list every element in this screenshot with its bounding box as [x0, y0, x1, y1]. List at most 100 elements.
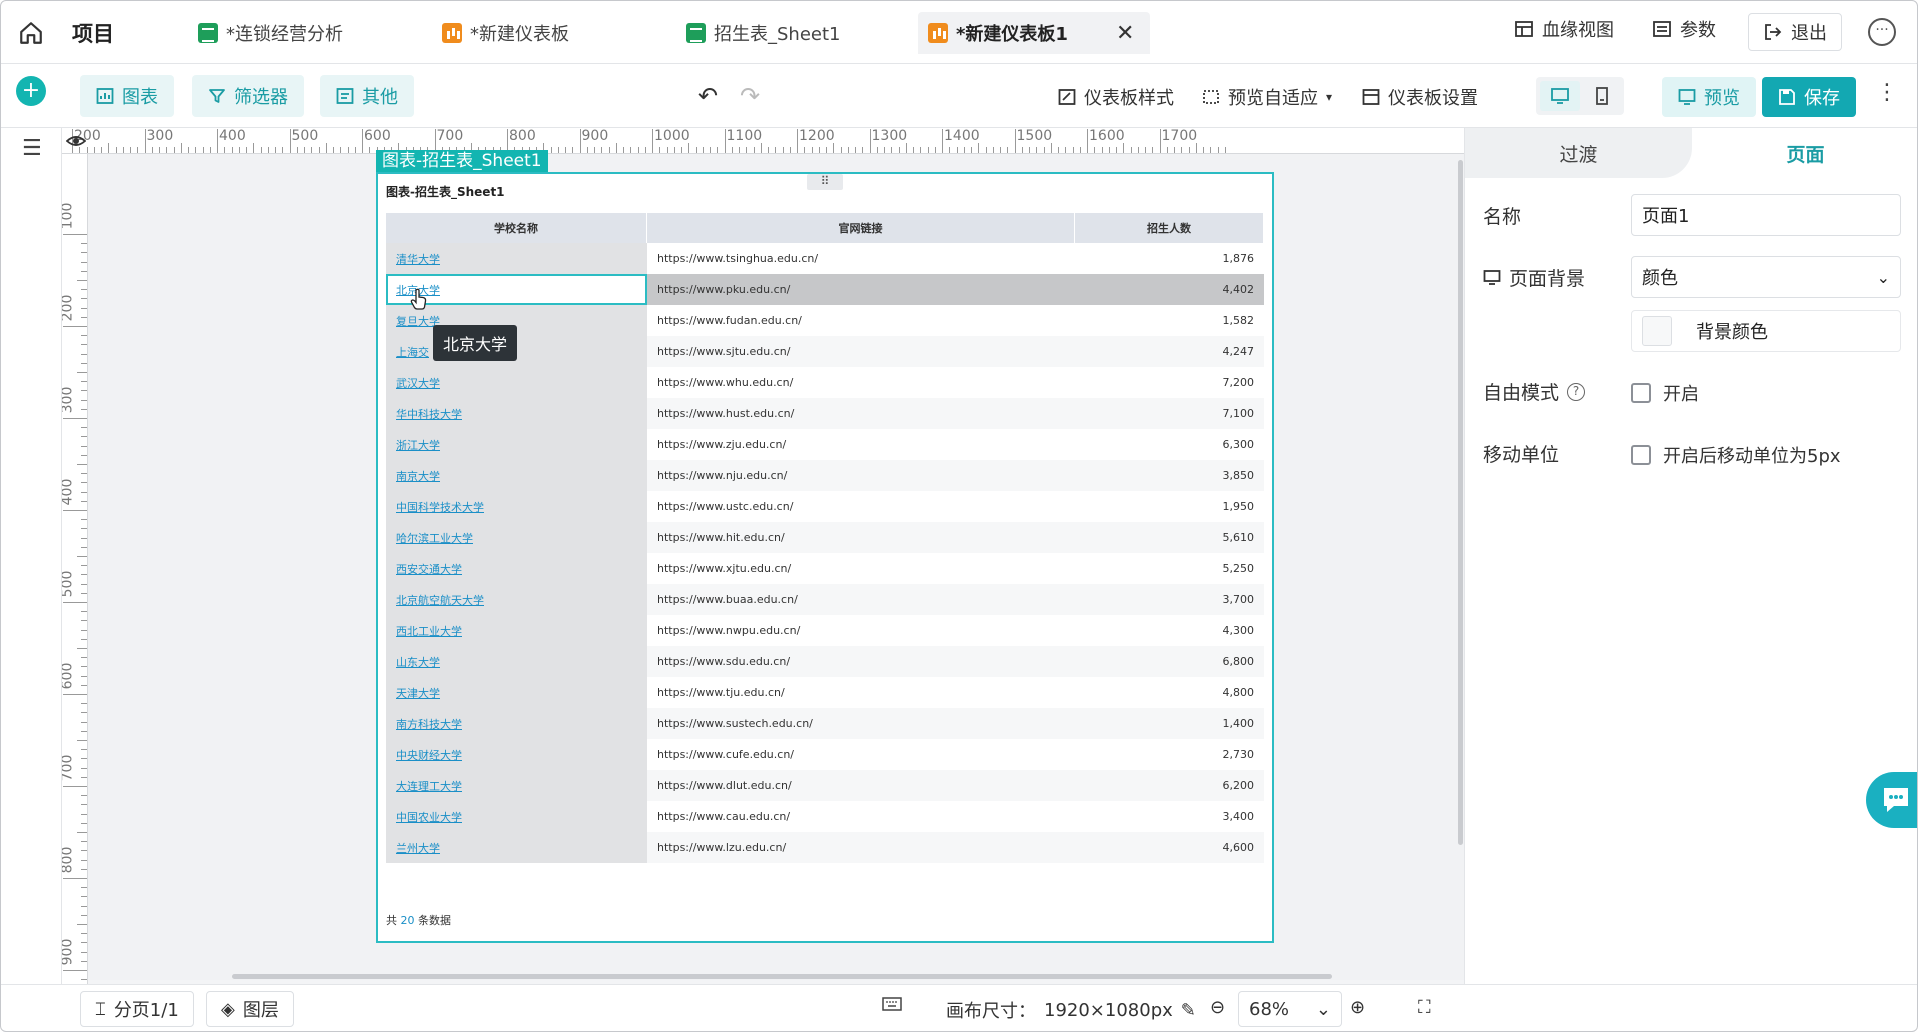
page-name-input[interactable]: 页面1 — [1631, 194, 1901, 236]
table-row[interactable]: 中央财经大学 https://www.cufe.edu.cn/2,730 — [386, 739, 1264, 770]
school-link[interactable]: 武汉大学 — [396, 375, 440, 391]
column-header-school[interactable]: 学校名称 — [386, 213, 647, 243]
school-link[interactable]: 中央财经大学 — [396, 747, 462, 763]
table-row[interactable]: 山东大学 https://www.sdu.edu.cn/6,800 — [386, 646, 1264, 677]
kebab-menu-icon[interactable]: ⋮ — [1876, 80, 1898, 105]
tab-new-dashboard-1[interactable]: *新建仪表板1 ✕ — [918, 12, 1150, 54]
undo-icon[interactable]: ↶ — [698, 82, 718, 110]
table-row[interactable]: 华中科技大学 https://www.hust.edu.cn/7,100 — [386, 398, 1264, 429]
school-link[interactable]: 南方科技大学 — [396, 716, 462, 732]
table-row[interactable]: 清华大学 https://www.tsinghua.edu.cn/1,876 — [386, 243, 1264, 274]
dashboard-settings-button[interactable]: 仪表板设置 — [1362, 84, 1478, 110]
more-options-icon[interactable]: ··· — [1868, 18, 1896, 46]
tab-transition[interactable]: 过渡 — [1465, 128, 1692, 178]
school-link[interactable]: 哈尔滨工业大学 — [396, 530, 473, 546]
tab-new-dashboard[interactable]: *新建仪表板 — [432, 12, 579, 54]
close-icon[interactable]: ✕ — [1116, 21, 1134, 46]
school-link[interactable]: 北京航空航天大学 — [396, 592, 484, 608]
table-row[interactable]: 北京大学https://www.pku.edu.cn/4,402 — [386, 274, 1264, 305]
school-name-cell[interactable]: 大连理工大学 — [386, 770, 647, 801]
color-swatch[interactable] — [1642, 316, 1672, 346]
table-row[interactable]: 南方科技大学 https://www.sustech.edu.cn/1,400 — [386, 708, 1264, 739]
dashboard-style-button[interactable]: 仪表板样式 — [1058, 84, 1174, 110]
home-icon[interactable] — [18, 20, 44, 46]
tab-enrollment-sheet[interactable]: 招生表_Sheet1 — [676, 12, 851, 54]
school-name-cell[interactable]: 南京大学 — [386, 460, 647, 491]
table-row[interactable]: 兰州大学 https://www.lzu.edu.cn/4,600 — [386, 832, 1264, 863]
desktop-icon[interactable] — [1540, 81, 1580, 111]
tab-chain-analysis[interactable]: *连锁经营分析 — [188, 12, 353, 54]
other-button[interactable]: 其他 — [320, 75, 414, 117]
table-row[interactable]: 浙江大学 https://www.zju.edu.cn/6,300 — [386, 429, 1264, 460]
table-row[interactable]: 武汉大学 https://www.whu.edu.cn/7,200 — [386, 367, 1264, 398]
eye-icon[interactable] — [66, 132, 86, 150]
school-link[interactable]: 中国农业大学 — [396, 809, 462, 825]
exit-button[interactable]: 退出 — [1748, 13, 1842, 51]
school-link[interactable]: 大连理工大学 — [396, 778, 462, 794]
checkbox[interactable] — [1631, 445, 1651, 465]
save-button[interactable]: 保存 — [1762, 77, 1856, 117]
school-link[interactable]: 清华大学 — [396, 251, 440, 267]
help-icon[interactable]: ? — [1567, 382, 1586, 401]
column-header-enrollment[interactable]: 招生人数 — [1075, 213, 1264, 243]
table-row[interactable]: 大连理工大学 https://www.dlut.edu.cn/6,200 — [386, 770, 1264, 801]
school-link[interactable]: 南京大学 — [396, 468, 440, 484]
redo-icon[interactable]: ↷ — [740, 82, 760, 110]
chat-assistant-button[interactable] — [1866, 772, 1918, 828]
table-row[interactable]: 北京航空航天大学 https://www.buaa.edu.cn/3,700 — [386, 584, 1264, 615]
school-name-cell[interactable]: 清华大学 — [386, 243, 647, 274]
school-link[interactable]: 华中科技大学 — [396, 406, 462, 422]
background-type-select[interactable]: 颜色 ⌄ — [1631, 256, 1901, 298]
school-name-cell[interactable]: 兰州大学 — [386, 832, 647, 863]
school-link[interactable]: 山东大学 — [396, 654, 440, 670]
zoom-select[interactable]: 68% ⌄ — [1238, 991, 1342, 1027]
school-link[interactable]: 西北工业大学 — [396, 623, 462, 639]
move-unit-checkbox[interactable]: 开启后移动单位为5px — [1631, 442, 1841, 468]
outline-list-icon[interactable]: ☰ — [22, 136, 42, 161]
school-link[interactable]: 西安交通大学 — [396, 561, 462, 577]
table-row[interactable]: 西北工业大学 https://www.nwpu.edu.cn/4,300 — [386, 615, 1264, 646]
drag-handle-icon[interactable]: ⠿ — [807, 174, 843, 190]
tab-page[interactable]: 页面 — [1692, 128, 1918, 178]
school-name-cell[interactable]: 哈尔滨工业大学 — [386, 522, 647, 553]
school-name-cell[interactable]: 山东大学 — [386, 646, 647, 677]
school-link[interactable]: 兰州大学 — [396, 840, 440, 856]
school-name-cell[interactable]: 中央财经大学 — [386, 739, 647, 770]
school-link[interactable]: 中国科学技术大学 — [396, 499, 484, 515]
school-link[interactable]: 上海交 — [396, 344, 429, 360]
lineage-view-button[interactable]: 血缘视图 — [1514, 16, 1614, 42]
table-row[interactable]: 哈尔滨工业大学 https://www.hit.edu.cn/5,610 — [386, 522, 1264, 553]
free-mode-checkbox[interactable]: 开启 — [1631, 380, 1699, 406]
preview-button[interactable]: 预览 — [1662, 77, 1756, 117]
zoom-out-icon[interactable]: ⊖ — [1210, 997, 1225, 1018]
layers-button[interactable]: ◈ 图层 — [206, 991, 294, 1027]
school-name-cell[interactable]: 天津大学 — [386, 677, 647, 708]
school-link[interactable]: 天津大学 — [396, 685, 440, 701]
fit-screen-icon[interactable]: ⛶ — [1418, 997, 1431, 1018]
school-name-cell[interactable]: 北京航空航天大学 — [386, 584, 647, 615]
school-name-cell[interactable]: 浙江大学 — [386, 429, 647, 460]
table-row[interactable]: 西安交通大学 https://www.xjtu.edu.cn/5,250 — [386, 553, 1264, 584]
table-row[interactable]: 天津大学 https://www.tju.edu.cn/4,800 — [386, 677, 1264, 708]
params-button[interactable]: 参数 — [1652, 16, 1716, 42]
column-header-url[interactable]: 官网链接 — [647, 213, 1075, 243]
table-row[interactable]: 复旦大学 https://www.fudan.edu.cn/1,582 — [386, 305, 1264, 336]
horizontal-scrollbar[interactable] — [232, 974, 1332, 979]
school-name-cell[interactable]: 南方科技大学 — [386, 708, 647, 739]
table-row[interactable]: 中国农业大学 https://www.cau.edu.cn/3,400 — [386, 801, 1264, 832]
keyboard-icon[interactable] — [882, 997, 902, 1011]
school-name-cell[interactable]: 华中科技大学 — [386, 398, 647, 429]
preview-fit-dropdown[interactable]: 预览自适应 ▾ — [1202, 84, 1332, 110]
school-name-cell[interactable]: 武汉大学 — [386, 367, 647, 398]
table-row[interactable]: 中国科学技术大学 https://www.ustc.edu.cn/1,950 — [386, 491, 1264, 522]
chart-button[interactable]: 图表 — [80, 75, 174, 117]
checkbox[interactable] — [1631, 383, 1651, 403]
add-component-icon[interactable]: + — [16, 76, 46, 106]
table-row[interactable]: 南京大学 https://www.nju.edu.cn/3,850 — [386, 460, 1264, 491]
filter-button[interactable]: 筛选器 — [192, 75, 304, 117]
school-name-cell[interactable]: 中国农业大学 — [386, 801, 647, 832]
school-name-cell[interactable]: 西安交通大学 — [386, 553, 647, 584]
school-name-cell[interactable]: 西北工业大学 — [386, 615, 647, 646]
vertical-scrollbar[interactable] — [1458, 160, 1463, 845]
table-row[interactable]: 上海交 https://www.sjtu.edu.cn/4,247 — [386, 336, 1264, 367]
